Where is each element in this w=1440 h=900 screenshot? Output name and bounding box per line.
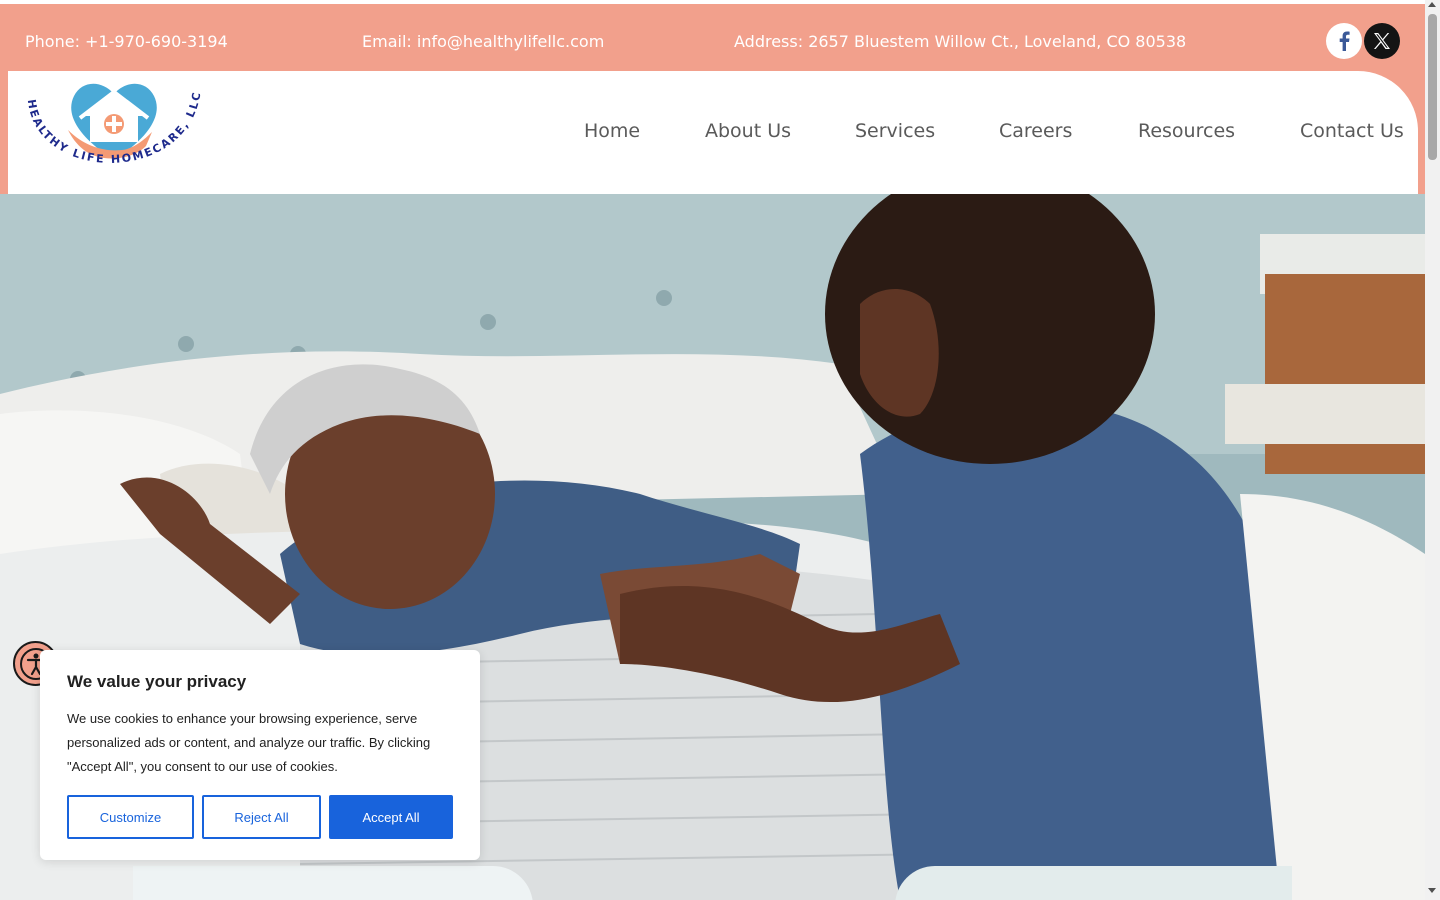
scrollbar-thumb[interactable] — [1428, 14, 1437, 160]
nav-home[interactable]: Home — [584, 120, 640, 142]
contact-email[interactable]: Email: info@healthylifellc.com — [362, 32, 604, 51]
nav-contact-us[interactable]: Contact Us — [1300, 120, 1404, 142]
contact-phone[interactable]: Phone: +1-970-690-3194 — [25, 32, 228, 51]
cookie-text: We use cookies to enhance your browsing … — [67, 711, 431, 774]
reject-all-button[interactable]: Reject All — [202, 795, 321, 839]
bottom-card-left — [133, 866, 533, 900]
nav-about-us[interactable]: About Us — [705, 120, 791, 142]
facebook-icon[interactable] — [1326, 23, 1362, 59]
cookie-title: We value your privacy — [67, 672, 247, 691]
scroll-up-arrow-icon[interactable] — [1428, 2, 1436, 7]
customize-button[interactable]: Customize — [67, 795, 194, 839]
cookie-banner: We value your privacy We use cookies to … — [40, 650, 480, 860]
accept-all-button[interactable]: Accept All — [329, 795, 453, 839]
contact-address: Address: 2657 Bluestem Willow Ct., Lovel… — [734, 32, 1187, 51]
contact-bar: Phone: +1-970-690-3194 Email: info@healt… — [0, 4, 1425, 74]
nav-careers[interactable]: Careers — [999, 120, 1072, 142]
bottom-card-right — [895, 866, 1292, 900]
scroll-down-arrow-icon[interactable] — [1428, 888, 1436, 893]
nav-resources[interactable]: Resources — [1138, 120, 1235, 142]
nav-services[interactable]: Services — [855, 120, 935, 142]
x-icon[interactable] — [1364, 23, 1400, 59]
site-logo[interactable]: HEALTHY LIFE HOMECARE, LLC — [14, 72, 214, 190]
